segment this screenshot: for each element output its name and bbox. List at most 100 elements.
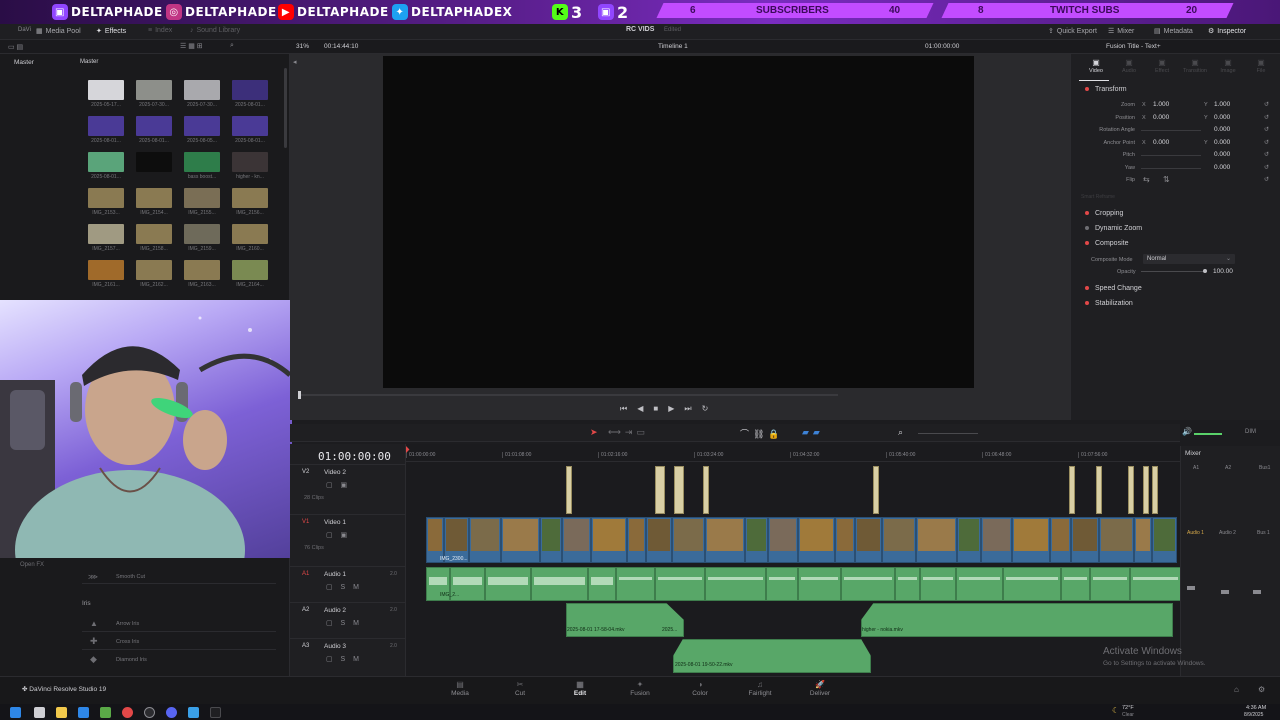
a1-audio-clip[interactable]	[485, 567, 531, 601]
a1-audio-clip[interactable]	[920, 567, 956, 601]
dim-button[interactable]: DIM	[1245, 429, 1256, 435]
v1-video-clip[interactable]	[916, 517, 957, 563]
diamond-iris-item[interactable]: ◆ Diamond Iris	[82, 652, 276, 668]
inspector-tab-transition[interactable]: ▣ Transition	[1180, 58, 1210, 74]
minecraft-icon[interactable]	[100, 707, 111, 718]
track-header-v2[interactable]: V2 Video 2 28 Clips ▢ ▣	[290, 464, 406, 512]
transform-slider[interactable]	[1141, 155, 1201, 156]
media-thumbnail[interactable]	[232, 80, 268, 100]
v2-title-clip[interactable]	[1069, 466, 1075, 514]
page-tab-fairlight[interactable]: ♫ Fairlight	[740, 680, 780, 697]
media-thumbnail[interactable]	[184, 80, 220, 100]
viewer-canvas[interactable]	[383, 56, 974, 388]
opacity-slider[interactable]	[1141, 269, 1207, 273]
chrome-icon[interactable]	[122, 707, 133, 718]
viewer-scrubber[interactable]	[298, 391, 838, 399]
page-tab-deliver[interactable]: 🚀 Deliver	[800, 680, 840, 697]
tab-media-pool[interactable]: ▦ Media Pool	[36, 27, 81, 36]
home-icon[interactable]: ⌂	[1234, 685, 1239, 694]
media-thumbnail[interactable]	[184, 188, 220, 208]
enabled-dot[interactable]	[1085, 87, 1089, 92]
track-controls-icons[interactable]: ▢ S M	[326, 655, 362, 663]
media-thumbnail[interactable]	[136, 80, 172, 100]
transform-y-value[interactable]: 0.000	[1214, 114, 1230, 121]
dynamic-zoom-section[interactable]: Dynamic Zoom	[1085, 225, 1142, 232]
media-thumbnail[interactable]	[88, 80, 124, 100]
v2-title-clip[interactable]	[674, 466, 684, 514]
tab-metadata[interactable]: ▤ Metadata	[1154, 27, 1193, 36]
tab-sound-library[interactable]: ♪ Sound Library	[190, 27, 240, 34]
track-header-a2[interactable]: A2 Audio 2 2.0 ▢ S M	[290, 602, 406, 636]
a1-audio-clip[interactable]	[766, 567, 798, 601]
v1-video-clip[interactable]	[855, 517, 882, 563]
stabilization-section[interactable]: Stabilization	[1085, 300, 1133, 307]
media-thumbnail[interactable]	[184, 116, 220, 136]
viewer-zoom[interactable]: 31%	[296, 43, 309, 50]
track-header-v1[interactable]: V1 Video 1 76 Clips ▢ ▣	[290, 514, 406, 562]
page-tab-color[interactable]: ◑ Color	[680, 680, 720, 697]
fader-bus1[interactable]	[1253, 590, 1261, 594]
snap-link-icons[interactable]: ⌒⛓🔒	[740, 427, 784, 440]
vscode-icon[interactable]	[78, 707, 89, 718]
track-controls-icons[interactable]: ▢ S M	[326, 583, 362, 591]
v2-title-clip[interactable]	[703, 466, 709, 514]
media-thumbnail[interactable]	[232, 116, 268, 136]
media-thumbnail[interactable]	[136, 116, 172, 136]
v1-video-clip[interactable]	[646, 517, 672, 563]
composite-mode-dropdown[interactable]: Normal ⌄	[1143, 254, 1235, 264]
play-reverse-icon[interactable]: ◀	[637, 404, 643, 414]
inspector-tab-image[interactable]: ▣ Image	[1213, 58, 1243, 74]
media-thumbnail[interactable]	[232, 260, 268, 280]
v2-title-clip[interactable]	[1143, 466, 1149, 514]
v1-video-clip[interactable]	[705, 517, 745, 563]
v1-video-clip[interactable]	[882, 517, 916, 563]
media-thumbnail[interactable]	[88, 116, 124, 136]
timeline-zoom-slider[interactable]	[918, 433, 978, 434]
zoom-timeline-icon[interactable]: ⌕	[898, 427, 903, 438]
reset-icon[interactable]: ↺	[1264, 126, 1269, 133]
transform-y-value[interactable]: 1.000	[1214, 101, 1230, 108]
a1-audio-clip[interactable]	[1090, 567, 1130, 601]
smooth-cut-item[interactable]: ⋙ Smooth Cut	[82, 570, 276, 584]
stop-icon[interactable]: ■	[653, 404, 658, 414]
weather-temp[interactable]: 72°F	[1122, 705, 1134, 711]
transform-slider[interactable]	[1141, 130, 1201, 131]
page-tab-media[interactable]: ▤ Media	[440, 680, 480, 697]
media-thumbnail[interactable]	[88, 260, 124, 280]
v1-video-clip[interactable]	[1099, 517, 1134, 563]
quick-export-button[interactable]: ⇪ Quick Export	[1048, 27, 1097, 36]
speed-change-section[interactable]: Speed Change	[1085, 285, 1142, 292]
transform-x-value[interactable]: 0.000	[1153, 139, 1169, 146]
track-controls-icons[interactable]: ▢ ▣	[326, 531, 350, 539]
a1-audio-clip[interactable]	[616, 567, 655, 601]
app-icon[interactable]	[188, 707, 199, 718]
scrubber-handle[interactable]	[298, 391, 301, 399]
transform-y-value[interactable]: 0.000	[1214, 151, 1230, 158]
opacity-value[interactable]: 100.00	[1213, 268, 1233, 275]
clock-date[interactable]: 8/9/2025	[1244, 712, 1263, 718]
inspector-tab-video[interactable]: ▣ Video	[1081, 58, 1111, 74]
discord-icon[interactable]	[166, 707, 177, 718]
composite-section[interactable]: Composite	[1085, 240, 1128, 247]
transform-x-value[interactable]: 1.000	[1153, 101, 1169, 108]
play-icon[interactable]: ▶	[668, 404, 674, 414]
reset-icon[interactable]: ↺	[1264, 164, 1269, 171]
reset-icon[interactable]: ↺	[1264, 176, 1269, 183]
transform-y-value[interactable]: 0.000	[1214, 126, 1230, 133]
v1-video-clip[interactable]	[562, 517, 591, 563]
page-tab-cut[interactable]: ✂ Cut	[500, 680, 540, 697]
fader-a2[interactable]	[1221, 590, 1229, 594]
obs-icon[interactable]	[144, 707, 155, 718]
a1-audio-clip[interactable]	[1130, 567, 1181, 601]
start-icon[interactable]	[10, 707, 21, 718]
file-explorer-icon[interactable]	[56, 707, 67, 718]
track-controls-icons[interactable]: ▢ S M	[326, 619, 362, 627]
tab-effects[interactable]: ✦ Effects	[96, 27, 126, 36]
volume-icon[interactable]: 🔊	[1182, 427, 1192, 436]
v1-video-clip[interactable]	[835, 517, 855, 563]
flip-vertical-icon[interactable]: ⇅	[1163, 175, 1170, 184]
a1-audio-clip[interactable]	[588, 567, 616, 601]
v2-title-clip[interactable]	[1128, 466, 1134, 514]
cropping-section[interactable]: Cropping	[1085, 210, 1123, 217]
media-thumbnail[interactable]	[88, 224, 124, 244]
